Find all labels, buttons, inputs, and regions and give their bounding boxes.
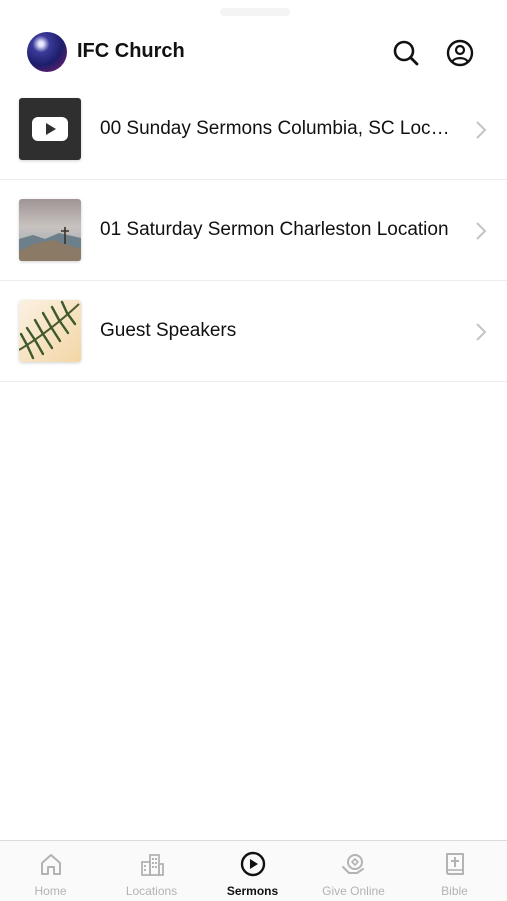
church-logo[interactable] <box>27 32 67 72</box>
app-header: IFC Church <box>0 30 507 76</box>
give-icon <box>341 854 364 874</box>
sermon-list: 00 Sunday Sermons Columbia, SC Location <box>0 79 507 382</box>
user-circle-icon <box>446 39 474 67</box>
tab-sermons[interactable]: Sermons <box>202 841 303 901</box>
chevron-right-icon <box>476 121 487 139</box>
list-item-label: 00 Sunday Sermons Columbia, SC Location <box>100 118 460 139</box>
palm-leaf-thumbnail <box>19 300 81 362</box>
palm-leaf-image <box>19 300 81 362</box>
tab-label: Sermons <box>226 884 279 898</box>
play-circle-icon <box>240 851 265 877</box>
tab-bible[interactable]: Bible <box>404 841 505 901</box>
youtube-thumbnail <box>19 98 81 160</box>
list-item[interactable]: 01 Saturday Sermon Charleston Location <box>0 180 507 281</box>
chevron-right-icon <box>476 222 487 240</box>
tab-label: Home <box>34 884 67 898</box>
bottom-tab-bar: Home Locations Sermons Give Online Bible <box>0 840 507 901</box>
tab-home[interactable]: Home <box>0 841 101 901</box>
app-title: IFC Church <box>77 40 185 62</box>
buildings-icon <box>140 854 164 876</box>
search-icon <box>393 40 419 66</box>
mountain-cross-image <box>19 199 81 261</box>
tab-label: Bible <box>441 884 468 898</box>
status-indicator <box>220 8 290 16</box>
tab-label: Give Online <box>322 884 385 898</box>
list-item[interactable]: 00 Sunday Sermons Columbia, SC Location <box>0 79 507 180</box>
tab-give-online[interactable]: Give Online <box>303 841 404 901</box>
chevron-right-icon <box>476 323 487 341</box>
mountain-cross-thumbnail <box>19 199 81 261</box>
profile-button[interactable] <box>445 38 475 68</box>
list-item[interactable]: Guest Speakers <box>0 281 507 382</box>
tab-locations[interactable]: Locations <box>101 841 202 901</box>
tab-label: Locations <box>125 884 178 898</box>
youtube-icon <box>32 117 68 141</box>
status-bar <box>0 0 507 26</box>
home-icon <box>40 854 61 875</box>
list-item-label: Guest Speakers <box>100 320 237 341</box>
list-item-label: 01 Saturday Sermon Charleston Location <box>100 219 449 240</box>
bible-icon <box>445 853 464 875</box>
search-button[interactable] <box>391 38 421 68</box>
